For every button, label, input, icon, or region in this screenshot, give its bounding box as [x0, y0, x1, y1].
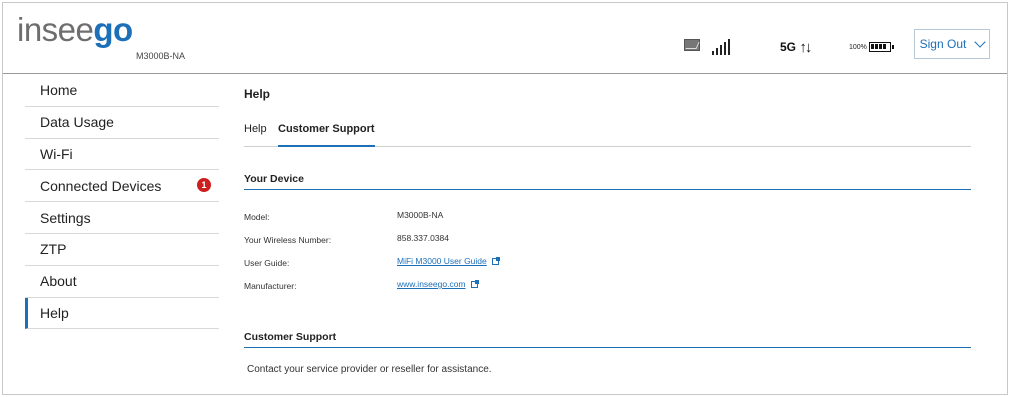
sidebar-item-home[interactable]: Home [25, 75, 219, 107]
app-window: inseego M3000B-NA 5G ↑↓ 100% Sign Out Ho… [2, 2, 1008, 395]
your-device-heading: Your Device [244, 173, 971, 190]
battery-status: 100% [849, 37, 894, 57]
tab-help[interactable]: Help [244, 123, 267, 147]
customer-support-heading: Customer Support [244, 331, 971, 348]
manufacturer-link[interactable]: www.inseego.com [397, 279, 466, 289]
top-header: inseego M3000B-NA 5G ↑↓ 100% Sign Out [3, 3, 1007, 74]
user-guide-value: MiFi M3000 User Guide [397, 256, 500, 266]
battery-icon [868, 42, 894, 52]
manufacturer-value: www.inseego.com [397, 279, 479, 289]
wireless-number-value: 858.337.0384 [397, 233, 449, 243]
sidebar-item-about[interactable]: About [25, 266, 219, 298]
manufacturer-label: Manufacturer: [244, 281, 297, 291]
tab-customer-support[interactable]: Customer Support [278, 123, 375, 147]
sidebar-item-ztp[interactable]: ZTP [25, 234, 219, 266]
user-guide-link[interactable]: MiFi M3000 User Guide [397, 256, 487, 266]
device-model-label: M3000B-NA [136, 51, 186, 61]
model-label: Model: [244, 212, 270, 222]
signal-strength-icon [712, 35, 730, 55]
notification-badge: 1 [197, 178, 211, 193]
data-transfer-icon: ↑↓ [799, 38, 812, 56]
sidebar-item-settings[interactable]: Settings [25, 202, 219, 234]
external-link-icon[interactable] [470, 280, 479, 289]
support-contact-text: Contact your service provider or reselle… [247, 364, 492, 375]
inseego-logo: inseego [17, 11, 133, 48]
tab-bar: Help Customer Support [244, 123, 971, 147]
sidebar-item-wifi[interactable]: Wi-Fi [25, 139, 219, 171]
network-type-label: 5G [780, 40, 797, 54]
message-icon[interactable] [684, 35, 700, 55]
chevron-down-icon [974, 36, 987, 48]
network-status: 5G ↑↓ [780, 37, 812, 57]
sidebar-item-help[interactable]: Help [25, 297, 219, 330]
user-guide-label: User Guide: [244, 258, 290, 268]
external-link-icon[interactable] [491, 257, 500, 266]
model-value: M3000B-NA [397, 210, 444, 220]
wireless-number-label: Your Wireless Number: [244, 235, 332, 245]
sidebar-item-data-usage[interactable]: Data Usage [25, 107, 219, 139]
battery-percent: 100% [849, 43, 867, 51]
sidebar-item-connected-devices[interactable]: Connected Devices 1 [25, 170, 219, 203]
page-title: Help [244, 87, 271, 101]
sidebar-nav: Home Data Usage Wi-Fi Connected Devices … [25, 75, 219, 330]
sign-out-button[interactable]: Sign Out [914, 29, 990, 59]
